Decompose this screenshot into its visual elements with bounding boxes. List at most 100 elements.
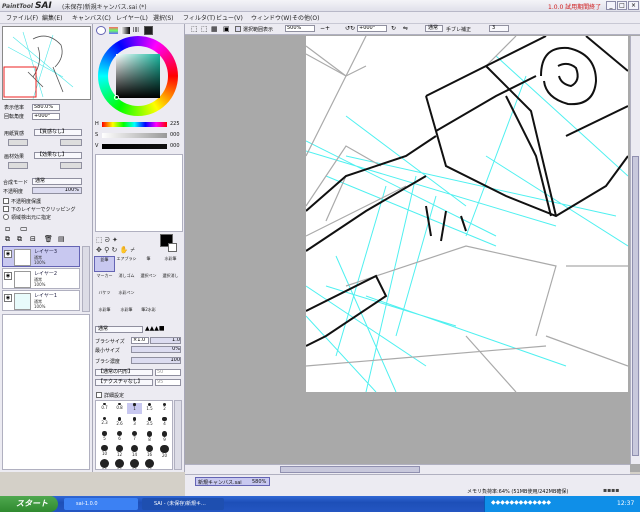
menu-view[interactable]: ビュー(V) [216, 13, 243, 22]
tool-custom-3[interactable]: 筆2水彩 [138, 307, 159, 323]
hue-slider[interactable] [102, 122, 167, 127]
brush-shape-select[interactable]: 【通常の円形】 [95, 369, 153, 376]
selection-source-checkbox[interactable] [3, 214, 9, 220]
task-folder[interactable]: sai-1.0.0 [64, 498, 138, 510]
size-preset-cell[interactable]: 3.5 [142, 417, 157, 428]
zoom-icon[interactable]: ⚲ [104, 246, 109, 254]
tool-custom-1[interactable]: 水彩筆 [94, 307, 115, 323]
menu-filter[interactable]: フィルタ(T) [183, 13, 215, 22]
paper-scale-field[interactable] [8, 139, 28, 146]
size-preset-cell[interactable]: 4 [157, 417, 172, 428]
blend-mode-select[interactable]: 通常 [32, 178, 82, 185]
visibility-eye-icon[interactable]: ◉ [4, 294, 12, 302]
move-icon[interactable]: ✥ [96, 246, 102, 254]
color-picker-handle[interactable] [114, 95, 119, 100]
size-preset-cell[interactable]: 14 [127, 445, 142, 457]
layer-item[interactable]: ◉ レイヤー2 通常 100% [2, 268, 80, 289]
brush-mode-select[interactable]: 通常 [95, 326, 143, 333]
vertical-scroll-thumb[interactable] [632, 156, 639, 456]
saturation-value-square[interactable] [116, 54, 160, 98]
size-preset-cell[interactable]: 10 [97, 445, 112, 456]
rotate-icon[interactable]: ↻ [111, 246, 117, 254]
new-layer-icon[interactable]: ▫ [5, 224, 10, 233]
zoom-buttons[interactable]: −+ [320, 25, 330, 32]
size-preset-cell[interactable]: 30 [112, 459, 127, 469]
size-preset-cell[interactable]: 2 [157, 403, 172, 414]
layer-item[interactable]: ◉ レイヤー3 通常 100% [2, 246, 80, 267]
clear-layer-icon[interactable]: ▤ [58, 235, 65, 243]
menu-window[interactable]: ウィンドウ(W) [251, 13, 292, 22]
minimize-button[interactable]: _ [606, 1, 616, 10]
tool-brush[interactable]: 筆 [138, 256, 159, 272]
zoom-field[interactable]: 580.0% [32, 104, 60, 111]
hand-correction-select[interactable]: 3 [489, 25, 509, 32]
hsv-slider-tab-icon[interactable] [121, 27, 130, 34]
canvas-zoom-select[interactable]: 500% [285, 25, 315, 32]
paste-layer-icon[interactable]: ⧉ [17, 235, 22, 244]
size-preset-cell[interactable]: 1.5 [142, 403, 157, 414]
size-preset-cell[interactable]: 1 [127, 403, 142, 414]
stabilizer-mode-select[interactable]: 通常 [425, 25, 443, 32]
tool-pencil[interactable]: 鉛筆 [94, 256, 115, 272]
menu-canvas[interactable]: キャンバス(C) [72, 13, 111, 22]
canvas-angle-select[interactable]: +000° [357, 25, 387, 32]
rgb-slider-tab-icon[interactable] [109, 27, 118, 34]
task-sai[interactable]: SAI - (未保存)新規キ... [142, 498, 224, 510]
rect-select-icon[interactable]: ⬚ [96, 236, 103, 244]
brush-texture-select[interactable]: 【テクスチャなし】 [95, 379, 153, 386]
drawing-canvas[interactable] [306, 36, 628, 392]
brush-size-multiplier[interactable]: ×1.0 [131, 337, 149, 344]
size-preset-cell[interactable]: 2.6 [112, 417, 127, 428]
size-preset-cell[interactable]: 7 [127, 431, 142, 442]
detail-settings-checkbox[interactable] [96, 392, 102, 398]
deselect-icon[interactable]: ⬚ [201, 25, 208, 33]
new-set-icon[interactable]: ▭ [20, 224, 28, 233]
tool-select-pen[interactable]: 選択ペン [138, 273, 159, 289]
tool-water-pen[interactable]: 水彩ペン [116, 290, 137, 306]
tool-bucket[interactable]: バケツ [94, 290, 115, 306]
brush-edge-options[interactable]: ▲▲▲■ [145, 326, 181, 333]
brush-texture-strength[interactable]: 95 [155, 379, 181, 386]
size-preset-cell[interactable]: 9 [157, 431, 172, 442]
copy-layer-icon[interactable]: ⧉ [5, 235, 10, 244]
navigator-preview[interactable] [2, 26, 91, 100]
menu-edit[interactable]: 編集(E) [42, 13, 62, 22]
show-selection-icon[interactable]: ▣ [223, 25, 230, 33]
flip-icon[interactable]: ⇋ [403, 25, 408, 32]
start-button[interactable]: スタート [0, 496, 58, 512]
min-size-slider[interactable]: 0% [131, 346, 181, 353]
density-slider[interactable]: 100 [131, 357, 181, 364]
merge-layer-icon[interactable]: ⊟ [30, 235, 36, 243]
reset-rotation-icon[interactable]: ↻ [391, 25, 396, 32]
angle-field[interactable]: +000° [32, 113, 60, 120]
close-button[interactable]: × [628, 1, 639, 10]
select-all-icon[interactable]: ⬚ [191, 25, 198, 33]
size-preset-cell[interactable]: 5 [97, 431, 112, 442]
horizontal-scrollbar[interactable] [185, 464, 630, 474]
brush-shape-strength[interactable]: 50 [155, 369, 181, 376]
visibility-eye-icon[interactable]: ◉ [4, 250, 12, 258]
size-preset-cell[interactable]: 0.7 [97, 403, 112, 414]
lasso-icon[interactable]: ᘐ [105, 236, 110, 244]
opacity-slider[interactable]: 100% [32, 187, 82, 194]
tool-eraser[interactable]: 消しゴム [116, 273, 137, 289]
sat-slider[interactable] [102, 133, 167, 138]
background-color-swatch[interactable] [168, 243, 177, 252]
paper-texture-select[interactable]: 【質感なし】 [34, 129, 82, 136]
val-slider[interactable] [102, 144, 167, 149]
clipping-checkbox[interactable] [3, 206, 9, 212]
layer-item[interactable]: ◉ レイヤー1 通常 100% [2, 290, 80, 311]
size-preset-cell[interactable]: 6 [112, 431, 127, 442]
magic-wand-icon[interactable]: ✦ [112, 236, 118, 244]
protect-opacity-checkbox[interactable] [3, 198, 9, 204]
color-wheel-tab-icon[interactable] [96, 26, 106, 35]
vertical-scrollbar[interactable] [630, 36, 640, 464]
effect-width-field[interactable] [8, 162, 28, 169]
size-preset-cell[interactable]: 8 [142, 431, 157, 442]
brush-size-slider[interactable]: 1.0 [150, 337, 181, 344]
size-preset-cell[interactable]: 20 [157, 445, 172, 458]
canvas-tab[interactable]: 新規キャンバス.sai 580% [195, 477, 270, 486]
swatch-tab-icon[interactable]: ǀǀǀǀ [133, 27, 139, 33]
size-preset-cell[interactable]: 2.3 [97, 417, 112, 428]
effect-strength-field[interactable] [60, 162, 82, 169]
